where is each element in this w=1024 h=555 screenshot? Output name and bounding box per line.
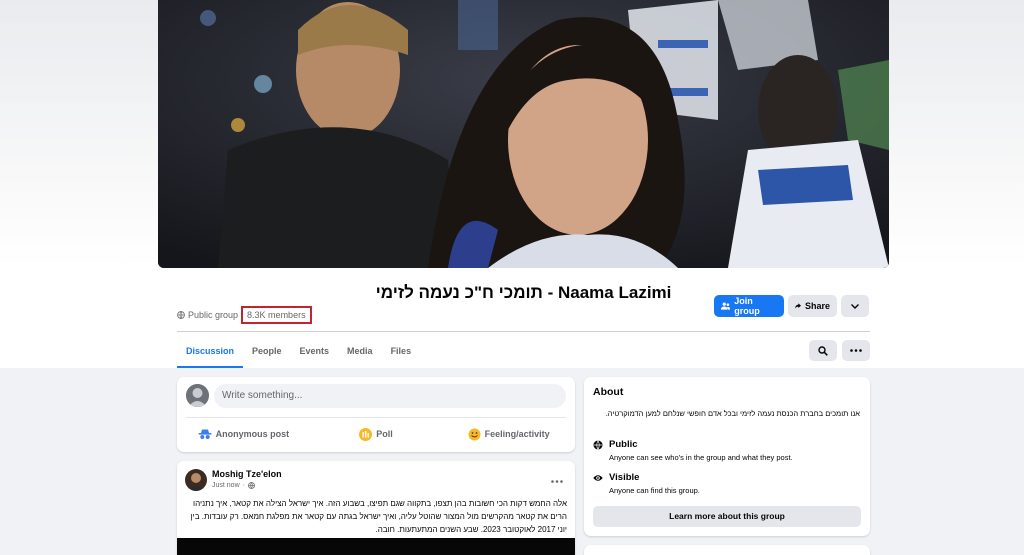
post-author-name[interactable]: Moshig Tze'elon	[212, 469, 282, 479]
tab-files[interactable]: Files	[382, 337, 421, 368]
header-divider	[177, 331, 870, 332]
tab-discussion[interactable]: Discussion	[177, 337, 244, 368]
search-icon	[818, 345, 828, 356]
tab-more-button[interactable]	[842, 340, 870, 361]
feeling-activity-button[interactable]: Feeling/activity	[442, 421, 575, 447]
avatar	[186, 384, 209, 407]
anonymous-post-label: Anonymous post	[215, 429, 290, 439]
post-composer: Write something... Anonymous post Poll F…	[177, 377, 575, 452]
tab-people[interactable]: People	[243, 337, 291, 368]
group-tabs: Discussion People Events Media Files	[177, 337, 420, 368]
anonymous-post-button[interactable]: Anonymous post	[177, 421, 310, 447]
share-icon	[795, 303, 801, 309]
members-count[interactable]: 8.3K members	[241, 306, 312, 324]
about-description: אנו תומכים בחברת הכנסת נעמה לזימי ובכל א…	[605, 409, 860, 418]
about-public-title: Public	[609, 439, 638, 450]
eye-icon	[593, 475, 603, 481]
post-author-avatar[interactable]	[185, 469, 207, 491]
feed-post: Moshig Tze'elon Just now · אלה החמש דקות…	[177, 461, 575, 555]
group-options-button[interactable]	[841, 295, 869, 317]
composer-actions: Anonymous post Poll Feeling/activity	[177, 421, 575, 447]
composer-divider	[186, 417, 566, 418]
poll-icon	[359, 427, 373, 441]
group-privacy: Public group	[188, 310, 239, 320]
about-card: About אנו תומכים בחברת הכנסת נעמה לזימי …	[584, 377, 870, 536]
about-visible-title: Visible	[609, 472, 640, 483]
join-group-button[interactable]: Join group	[714, 295, 784, 317]
globe-icon	[593, 440, 603, 450]
post-menu-button[interactable]	[551, 472, 563, 486]
share-button[interactable]: Share	[788, 295, 837, 317]
poll-button[interactable]: Poll	[310, 421, 443, 447]
cover-photo[interactable]	[158, 0, 889, 268]
globe-icon	[177, 311, 185, 319]
globe-icon	[248, 482, 255, 489]
join-group-icon	[721, 302, 731, 310]
about-title: About	[593, 386, 624, 398]
join-group-label: Join group	[734, 296, 760, 316]
post-body: אלה החמש דקות הכי חשובות בהן תצפו, בתקוו…	[190, 499, 567, 534]
anonymous-icon	[198, 429, 212, 439]
post-time-text[interactable]: Just now	[212, 482, 240, 489]
post-timestamp: Just now ·	[212, 482, 255, 489]
share-label: Share	[804, 301, 830, 311]
write-something-input[interactable]: Write something...	[214, 384, 566, 408]
about-visible-desc: Anyone can find this group.	[609, 486, 700, 495]
tab-events[interactable]: Events	[291, 337, 339, 368]
more-icon	[551, 480, 563, 483]
feeling-icon	[468, 428, 481, 440]
post-video[interactable]	[177, 538, 575, 555]
about-public-desc: Anyone can see who's in the group and wh…	[609, 453, 793, 462]
search-group-button[interactable]	[809, 340, 837, 361]
poll-label: Poll	[376, 429, 393, 439]
feeling-activity-label: Feeling/activity	[484, 429, 550, 439]
more-icon	[850, 349, 862, 352]
group-actions: Join group Share	[714, 295, 869, 317]
chevron-down-icon	[851, 303, 859, 309]
next-sidebar-card	[584, 545, 870, 555]
tab-tools	[809, 340, 870, 361]
tab-media[interactable]: Media	[338, 337, 382, 368]
learn-more-button[interactable]: Learn more about this group	[593, 506, 861, 527]
group-meta: Public group 8.3K members	[177, 306, 312, 324]
